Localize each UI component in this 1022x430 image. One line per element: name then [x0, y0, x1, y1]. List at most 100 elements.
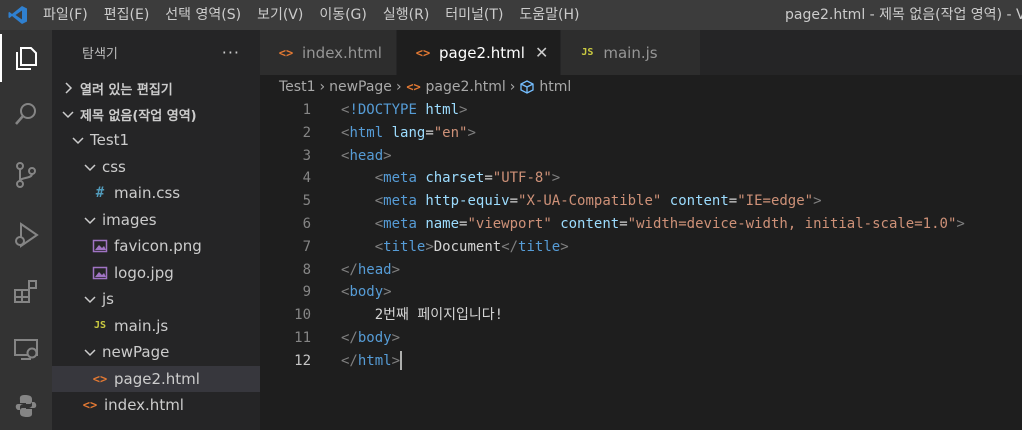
workspace-label: 제목 없음(작업 영역) — [80, 108, 197, 124]
code-token: "en" — [433, 124, 468, 141]
line-number: 12 — [294, 352, 311, 369]
js-file-icon: JS — [93, 319, 107, 331]
chevron-right-icon: › — [319, 79, 326, 95]
chevron-down-icon — [60, 106, 76, 122]
chevron-down-icon — [82, 159, 98, 175]
menu-run[interactable]: 실행(R) — [375, 0, 437, 30]
menu-help[interactable]: 도움말(H) — [511, 0, 587, 30]
css-file-icon: # — [95, 185, 105, 202]
tree-item-label: newPage — [102, 343, 170, 362]
tree-item-label: page2.html — [114, 369, 200, 388]
code-line: 3 <head> — [260, 145, 1022, 168]
html-file-icon: <> — [406, 80, 421, 94]
menu-view[interactable]: 보기(V) — [249, 0, 311, 30]
line-number: 3 — [302, 147, 311, 164]
tree-item-label: logo.jpg — [114, 263, 174, 282]
line-number: 5 — [302, 193, 311, 210]
tree-file-page2-html[interactable]: <> page2.html — [52, 365, 260, 392]
menu-go[interactable]: 이동(G) — [311, 0, 375, 30]
open-editors-label: 열려 있는 편집기 — [80, 82, 173, 98]
element-symbol-icon — [519, 79, 535, 95]
tree-folder-images[interactable]: images — [52, 207, 260, 234]
menu-edit[interactable]: 편집(E) — [96, 0, 158, 30]
code-token: charset — [425, 170, 485, 187]
tree-item-label: js — [102, 290, 114, 309]
tree-folder-js[interactable]: js — [52, 286, 260, 313]
html-file-icon: <> — [92, 371, 108, 386]
code-token: "IE=edge" — [737, 193, 814, 210]
more-actions-button[interactable]: ··· — [222, 43, 240, 62]
tree-folder-css[interactable]: css — [52, 154, 260, 181]
code-line: 4 <meta charset="UTF-8"> — [260, 167, 1022, 190]
text-cursor — [400, 351, 403, 371]
tree-file-logo[interactable]: logo.jpg — [52, 260, 260, 287]
code-token: "X-UA-Compatible" — [518, 193, 662, 210]
code-line: 12 </html> — [260, 350, 1022, 373]
activity-bar — [0, 30, 52, 430]
line-number: 2 — [302, 124, 311, 141]
code-line: 10 2번째 페이지입니다! — [260, 304, 1022, 327]
code-token: content — [560, 215, 620, 232]
code-line: 5 <meta http-equiv="X-UA-Compatible" con… — [260, 190, 1022, 213]
extensions-icon[interactable] — [0, 267, 52, 315]
chevron-down-icon — [82, 291, 98, 307]
chevron-right-icon — [60, 80, 76, 96]
tab-label: page2.html — [438, 43, 525, 62]
menu-terminal[interactable]: 터미널(T) — [437, 0, 511, 30]
breadcrumb-item[interactable]: html — [539, 79, 571, 95]
explorer-sidebar: 탐색기 ··· 열려 있는 편집기 제목 없음(작업 영역) Test1 css… — [52, 30, 260, 430]
html-file-icon: <> — [415, 45, 431, 60]
line-number: 1 — [302, 102, 311, 118]
open-editors-section[interactable]: 열려 있는 편집기 — [52, 75, 260, 101]
code-token: Document — [433, 238, 502, 255]
line-number: 8 — [302, 261, 311, 278]
chevron-down-icon — [70, 132, 86, 148]
python-icon[interactable] — [0, 382, 52, 430]
tree-item-label: main.css — [114, 184, 181, 203]
window-title: page2.html - 제목 없음(작업 영역) - V — [785, 7, 1022, 23]
tab-page2-html[interactable]: <> page2.html ✕ — [396, 30, 562, 75]
js-file-icon: JS — [581, 46, 594, 58]
tree-folder-test1[interactable]: Test1 — [52, 127, 260, 154]
menu-file[interactable]: 파일(F) — [35, 0, 96, 30]
code-token: name — [425, 215, 460, 232]
run-debug-icon[interactable] — [0, 211, 52, 259]
code-line: 8 </head> — [260, 259, 1022, 282]
line-number: 9 — [302, 284, 311, 301]
workspace-section[interactable]: 제목 없음(작업 영역) — [52, 101, 260, 127]
line-number: 10 — [294, 307, 311, 324]
search-icon[interactable] — [0, 90, 52, 138]
tree-file-main-js[interactable]: JS main.js — [52, 313, 260, 340]
code-token: "viewport" — [467, 215, 552, 232]
tree-file-index-html[interactable]: <> index.html — [52, 392, 260, 419]
tree-item-label: Test1 — [90, 131, 130, 150]
tree-folder-newpage[interactable]: newPage — [52, 339, 260, 366]
menu-bar: 파일(F) 편집(E) 선택 영역(S) 보기(V) 이동(G) 실행(R) 터… — [35, 0, 588, 30]
tab-main-js[interactable]: JS main.js — [561, 30, 701, 75]
breadcrumb-item[interactable]: newPage — [329, 79, 392, 95]
chevron-right-icon: › — [395, 79, 402, 95]
tab-index-html[interactable]: <> index.html — [260, 30, 397, 75]
chevron-down-icon — [82, 344, 98, 360]
remote-explorer-icon[interactable] — [0, 325, 52, 373]
code-token: html — [425, 102, 460, 118]
line-number: 6 — [302, 215, 311, 232]
chevron-down-icon — [82, 212, 98, 228]
breadcrumb-item[interactable]: page2.html — [426, 79, 506, 95]
explorer-icon[interactable] — [0, 34, 52, 82]
tree-file-main-css[interactable]: # main.css — [52, 180, 260, 207]
menu-selection[interactable]: 선택 영역(S) — [157, 0, 249, 30]
source-control-icon[interactable] — [0, 151, 52, 199]
tree-file-favicon[interactable]: favicon.png — [52, 233, 260, 260]
html-file-icon: <> — [278, 45, 294, 60]
code-token: content — [669, 193, 729, 210]
code-line: 7 <title>Document</title> — [260, 236, 1022, 259]
code-token: http-equiv — [425, 193, 510, 210]
close-icon[interactable]: ✕ — [535, 43, 548, 62]
vscode-logo-icon — [0, 0, 35, 30]
breadcrumb-item[interactable]: Test1 — [279, 79, 315, 95]
code-token: "UTF-8" — [492, 170, 552, 187]
code-token: "width=device-width, initial-scale=1.0" — [627, 215, 957, 232]
code-token: lang — [391, 124, 426, 141]
code-editor[interactable]: 1 <!DOCTYPE html> 2 <html lang="en"> 3 <… — [260, 99, 1022, 373]
